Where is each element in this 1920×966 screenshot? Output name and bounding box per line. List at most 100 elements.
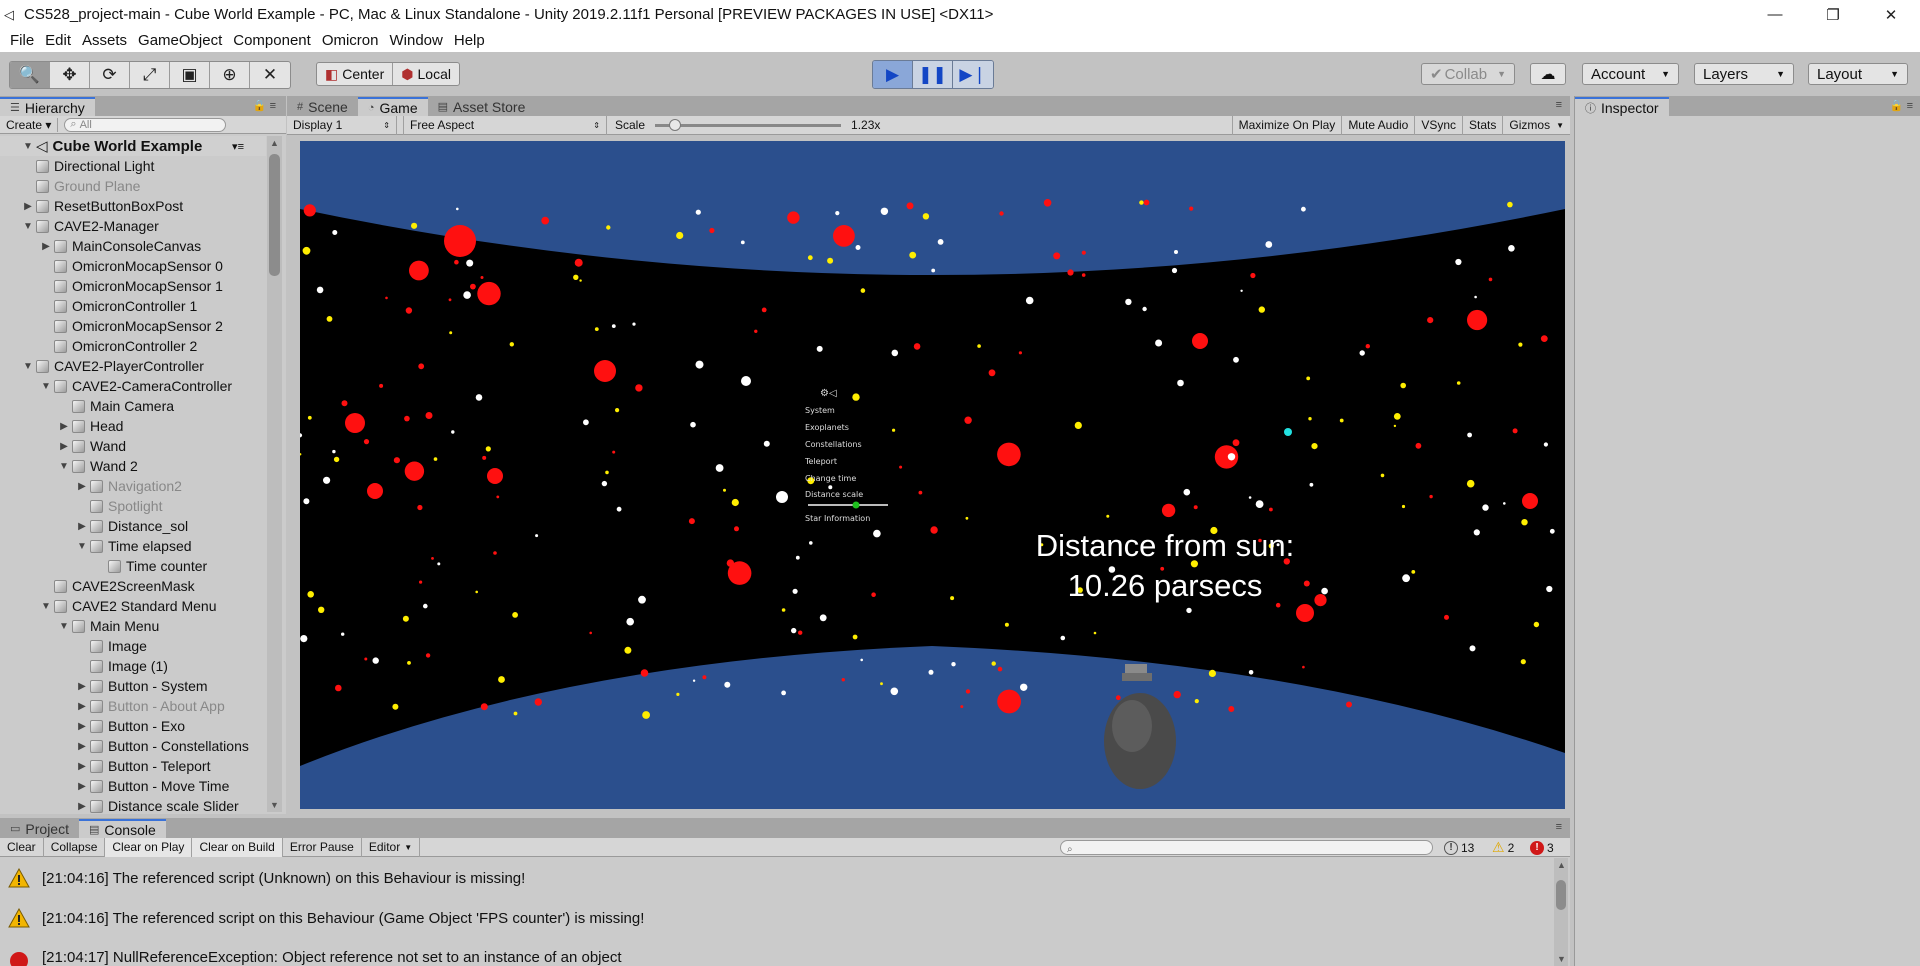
hierarchy-item[interactable]: ▼ CAVE2-PlayerController bbox=[0, 356, 266, 376]
hierarchy-item[interactable]: CAVE2ScreenMask bbox=[0, 576, 266, 596]
game-viewport[interactable]: ⚙◁ System Exoplanets Constellations Tele… bbox=[300, 141, 1565, 809]
scroll-down-icon[interactable]: ▼ bbox=[1557, 954, 1566, 964]
menu-item-exoplanets[interactable]: Exoplanets bbox=[805, 423, 849, 432]
expand-arrow-icon[interactable]: ▶ bbox=[76, 701, 88, 712]
expand-arrow-icon[interactable]: ▶ bbox=[58, 421, 70, 432]
hierarchy-item[interactable]: Ground Plane bbox=[0, 176, 266, 196]
tab-asset-store[interactable]: ▤ Asset Store bbox=[428, 97, 536, 116]
hierarchy-item[interactable]: ▼ Main Menu bbox=[0, 616, 266, 636]
hierarchy-item[interactable]: ▶ Navigation2 bbox=[0, 476, 266, 496]
expand-arrow-icon[interactable]: ▶ bbox=[76, 681, 88, 692]
console-scrollbar[interactable]: ▲ ▼ bbox=[1554, 858, 1568, 966]
hierarchy-item[interactable]: OmicronController 1 bbox=[0, 296, 266, 316]
panel-menu-icon[interactable]: 🔒 ≡ bbox=[253, 99, 276, 112]
menu-component[interactable]: Component bbox=[233, 32, 311, 49]
hierarchy-item[interactable]: OmicronController 2 bbox=[0, 336, 266, 356]
rotate-icon[interactable]: ⟳ bbox=[90, 62, 130, 88]
clear-on-build-toggle[interactable]: Clear on Build bbox=[192, 837, 283, 857]
hand-icon[interactable]: 🔍 bbox=[10, 62, 50, 88]
expand-arrow-icon[interactable]: ▶ bbox=[76, 801, 88, 812]
collapse-arrow-icon[interactable]: ▼ bbox=[40, 601, 52, 612]
hierarchy-item[interactable]: ▶ Button - Teleport bbox=[0, 756, 266, 776]
hierarchy-item[interactable]: ▼ CAVE2 Standard Menu bbox=[0, 596, 266, 616]
scroll-thumb[interactable] bbox=[1556, 880, 1566, 910]
cloud-button[interactable]: ☁ bbox=[1530, 63, 1566, 85]
stats-toggle[interactable]: Stats bbox=[1462, 115, 1502, 135]
expand-arrow-icon[interactable]: ▶ bbox=[76, 721, 88, 732]
tab-project[interactable]: ▭ Project bbox=[0, 819, 79, 838]
expand-arrow-icon[interactable]: ▶ bbox=[76, 521, 88, 532]
menu-item-constellations[interactable]: Constellations bbox=[805, 440, 862, 449]
maximize-on-play-toggle[interactable]: Maximize On Play bbox=[1231, 115, 1342, 135]
hierarchy-item[interactable]: Image bbox=[0, 636, 266, 656]
hierarchy-item[interactable]: ▶ Head bbox=[0, 416, 266, 436]
console-entry[interactable]: [21:04:17] NullReferenceException: Objec… bbox=[0, 938, 1552, 966]
account-dropdown[interactable]: Account ▼ bbox=[1582, 63, 1679, 85]
restore-button[interactable]: ❐ bbox=[1804, 0, 1862, 29]
hierarchy-item[interactable]: ▶ Button - Move Time bbox=[0, 776, 266, 796]
hierarchy-item[interactable]: ▼ CAVE2-Manager bbox=[0, 216, 266, 236]
scroll-up-icon[interactable]: ▲ bbox=[270, 138, 279, 148]
distance-scale-knob[interactable] bbox=[852, 501, 860, 509]
aspect-dropdown[interactable]: Free Aspect ⇕ bbox=[403, 115, 607, 135]
clear-on-play-toggle[interactable]: Clear on Play bbox=[105, 837, 193, 857]
display-dropdown[interactable]: Display 1 ⇕ bbox=[287, 115, 397, 135]
tab-game[interactable]: ◔ Game bbox=[357, 97, 428, 116]
editor-dropdown[interactable]: Editor ▼ bbox=[362, 837, 421, 857]
hierarchy-item[interactable]: OmicronMocapSensor 2 bbox=[0, 316, 266, 336]
collab-button[interactable]: ✔ Collab ▼ bbox=[1421, 63, 1515, 85]
transform-icon[interactable]: ⊕ bbox=[210, 62, 250, 88]
panel-menu-icon[interactable]: ≡ bbox=[1556, 821, 1562, 833]
mute-audio-toggle[interactable]: Mute Audio bbox=[1341, 115, 1414, 135]
tab-hierarchy[interactable]: ☰ Hierarchy bbox=[0, 97, 95, 116]
hierarchy-item[interactable]: OmicronMocapSensor 1 bbox=[0, 276, 266, 296]
hierarchy-item[interactable]: ▼ Wand 2 bbox=[0, 456, 266, 476]
custom-tool-icon[interactable]: ✕ bbox=[250, 62, 290, 88]
expand-arrow-icon[interactable]: ▶ bbox=[22, 201, 34, 212]
scene-root[interactable]: ▼ ◁ Cube World Example ▾≡ bbox=[0, 136, 266, 156]
scale-slider[interactable] bbox=[655, 118, 842, 131]
play-button[interactable]: ▶ bbox=[873, 61, 913, 88]
menu-item-teleport[interactable]: Teleport bbox=[804, 457, 837, 466]
collapse-arrow-icon[interactable]: ▼ bbox=[22, 361, 34, 372]
close-button[interactable]: ✕ bbox=[1862, 0, 1920, 29]
expand-arrow-icon[interactable]: ▶ bbox=[76, 481, 88, 492]
distance-scale-slider[interactable] bbox=[808, 504, 888, 506]
hierarchy-item[interactable]: ▶ Distance scale Slider bbox=[0, 796, 266, 816]
tab-console[interactable]: ▤ Console bbox=[78, 819, 166, 838]
hierarchy-item[interactable]: Main Camera bbox=[0, 396, 266, 416]
info-count-toggle[interactable]: ! 13 bbox=[1444, 838, 1474, 857]
menu-assets[interactable]: Assets bbox=[82, 32, 127, 49]
hierarchy-item[interactable]: OmicronMocapSensor 0 bbox=[0, 256, 266, 276]
expand-arrow-icon[interactable]: ▼ bbox=[22, 141, 34, 152]
panel-menu-icon[interactable]: ≡ bbox=[1556, 99, 1562, 111]
collapse-arrow-icon[interactable]: ▼ bbox=[58, 461, 70, 472]
hierarchy-item[interactable]: ▶ MainConsoleCanvas bbox=[0, 236, 266, 256]
hierarchy-item[interactable]: ▼ Time elapsed bbox=[0, 536, 266, 556]
pause-button[interactable]: ❚❚ bbox=[913, 61, 953, 88]
tab-scene[interactable]: # Scene bbox=[287, 97, 358, 116]
vsync-toggle[interactable]: VSync bbox=[1414, 115, 1462, 135]
menu-omicron[interactable]: Omicron bbox=[322, 32, 379, 49]
create-dropdown[interactable]: Create ▾ bbox=[0, 117, 59, 132]
collapse-toggle[interactable]: Collapse bbox=[44, 837, 106, 857]
clear-button[interactable]: Clear bbox=[0, 837, 44, 857]
hierarchy-item[interactable]: ▶ Button - Exo bbox=[0, 716, 266, 736]
hierarchy-item[interactable]: ▶ Wand bbox=[0, 436, 266, 456]
gizmos-dropdown[interactable]: Gizmos ▼ bbox=[1502, 115, 1570, 135]
slider-knob[interactable] bbox=[669, 118, 682, 131]
scale-icon[interactable]: ⤢ bbox=[130, 62, 170, 88]
expand-arrow-icon[interactable]: ▶ bbox=[76, 781, 88, 792]
scroll-thumb[interactable] bbox=[269, 154, 280, 276]
scene-menu-icon[interactable]: ▾≡ bbox=[232, 140, 244, 153]
step-button[interactable]: ▶❘ bbox=[953, 61, 993, 88]
hierarchy-item[interactable]: Directional Light bbox=[0, 156, 266, 176]
pivot-center-button[interactable]: ◧ Center bbox=[317, 63, 394, 85]
pivot-local-button[interactable]: ⬢ Local bbox=[393, 63, 459, 85]
menu-help[interactable]: Help bbox=[454, 32, 485, 49]
console-entry[interactable]: [21:04:16] The referenced script (Unknow… bbox=[0, 858, 1552, 898]
minimize-button[interactable]: — bbox=[1746, 0, 1804, 29]
hierarchy-item[interactable]: ▶ Button - About App bbox=[0, 696, 266, 716]
layers-dropdown[interactable]: Layers ▼ bbox=[1694, 63, 1794, 85]
panel-menu-icon[interactable]: 🔒 ≡ bbox=[1890, 99, 1913, 112]
